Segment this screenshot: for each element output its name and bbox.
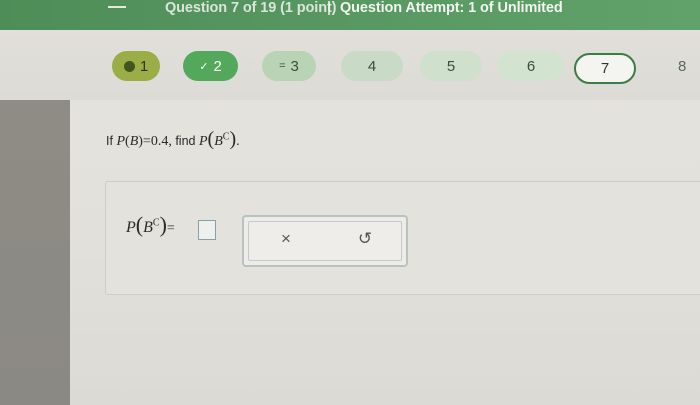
undo-icon: ↺ bbox=[357, 229, 373, 248]
answer-input[interactable] bbox=[198, 220, 216, 240]
question-given-value: =0.4, bbox=[142, 134, 172, 149]
answer-p-symbol: P bbox=[126, 219, 136, 236]
question-text: If P(B)=0.4, find P(BC). bbox=[106, 128, 240, 150]
undo-button[interactable]: ↺ bbox=[350, 226, 380, 252]
clear-button[interactable]: × bbox=[271, 226, 301, 252]
question-attempt-text: Question Attempt: 1 of Unlimited bbox=[340, 0, 563, 16]
question-nav-3[interactable]: = 3 bbox=[262, 51, 316, 81]
question-nav-7-current[interactable]: 7 bbox=[574, 53, 636, 84]
question-target-p: P bbox=[198, 134, 208, 149]
question-nav-label: 5 bbox=[446, 57, 456, 75]
question-nav-label: 8 bbox=[678, 57, 687, 75]
question-nav-4[interactable]: 4 bbox=[341, 51, 403, 81]
question-header-bar: Question 7 of 19 (1 point) | Question At… bbox=[0, 0, 700, 30]
question-nav-1[interactable]: 1 bbox=[112, 51, 160, 81]
partial-dot-icon bbox=[123, 60, 135, 72]
question-nav-2[interactable]: ✓ 2 bbox=[183, 51, 238, 81]
check-icon: ✓ bbox=[199, 60, 209, 73]
answer-controls-panel bbox=[242, 215, 408, 267]
clear-x-icon: × bbox=[281, 229, 291, 248]
question-p-symbol: P bbox=[116, 134, 126, 149]
question-progress-text: Question 7 of 19 (1 point) bbox=[165, 0, 337, 16]
answer-equals: = bbox=[166, 221, 175, 236]
question-b-symbol: B bbox=[129, 134, 139, 149]
answer-expression: P(BC)= bbox=[126, 212, 175, 237]
question-target-b: B bbox=[214, 134, 223, 149]
question-end: . bbox=[236, 134, 240, 149]
question-nav-label: 6 bbox=[526, 57, 536, 75]
answer-complement-superscript: C bbox=[152, 217, 160, 229]
question-nav-5[interactable]: 5 bbox=[420, 51, 482, 81]
question-prefix: If bbox=[106, 134, 113, 148]
question-nav-6[interactable]: 6 bbox=[498, 51, 564, 81]
question-nav-label: 7 bbox=[600, 60, 610, 77]
menu-dash-icon[interactable] bbox=[108, 6, 126, 8]
question-find-word: find bbox=[175, 134, 196, 148]
question-nav-label: 4 bbox=[367, 57, 377, 75]
question-nav-label: 2 bbox=[213, 57, 222, 75]
question-nav-label: 1 bbox=[139, 57, 149, 75]
question-nav-label: 3 bbox=[290, 57, 299, 75]
answer-b-symbol: B bbox=[143, 219, 153, 236]
header-separator: | bbox=[327, 0, 331, 16]
equals-icon: = bbox=[279, 60, 286, 72]
question-nav-8[interactable]: 8 bbox=[678, 51, 700, 81]
